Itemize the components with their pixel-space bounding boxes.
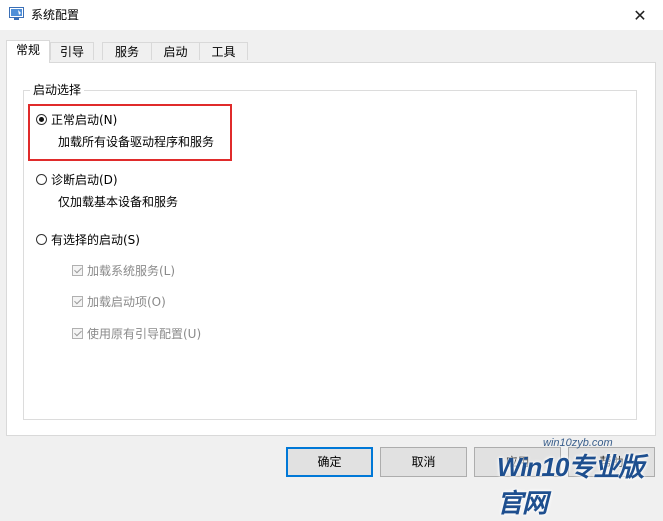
tab-services[interactable]: 服务 bbox=[102, 42, 152, 60]
tab-strip: 常规 引导 服务 启动 工具 bbox=[6, 40, 656, 63]
apply-button[interactable]: 应用 bbox=[474, 447, 561, 477]
diagnostic-startup-radio[interactable] bbox=[36, 174, 47, 185]
close-icon: ✕ bbox=[633, 5, 647, 25]
selective-startup-radio[interactable] bbox=[36, 234, 47, 245]
tab-general[interactable]: 常规 bbox=[6, 40, 50, 63]
selective-startup-option[interactable]: 有选择的启动(S) bbox=[36, 231, 140, 248]
use-original-boot-config-option: 使用原有引导配置(U) bbox=[72, 325, 201, 342]
tab-tools[interactable]: 工具 bbox=[199, 42, 248, 60]
window-title: 系统配置 bbox=[31, 8, 80, 22]
ok-button[interactable]: 确定 bbox=[286, 447, 373, 477]
group-legend: 启动选择 bbox=[30, 82, 85, 98]
title-bar: 系统配置 ✕ bbox=[0, 0, 663, 30]
load-system-services-option: 加载系统服务(L) bbox=[72, 262, 175, 279]
cancel-button[interactable]: 取消 bbox=[380, 447, 467, 477]
load-startup-items-label: 加载启动项(O) bbox=[87, 295, 166, 309]
tab-startup[interactable]: 启动 bbox=[151, 42, 200, 60]
help-button[interactable]: 帮助 bbox=[568, 447, 655, 477]
selective-startup-label: 有选择的启动(S) bbox=[51, 233, 140, 247]
system-config-icon bbox=[9, 7, 24, 20]
use-original-boot-config-checkbox bbox=[72, 328, 83, 339]
use-original-boot-config-label: 使用原有引导配置(U) bbox=[87, 327, 202, 341]
tab-boot[interactable]: 引导 bbox=[50, 42, 94, 60]
normal-startup-label: 正常启动(N) bbox=[51, 113, 118, 127]
normal-startup-radio[interactable] bbox=[36, 114, 47, 125]
load-system-services-checkbox bbox=[72, 265, 83, 276]
diagnostic-startup-description: 仅加载基本设备和服务 bbox=[58, 195, 179, 209]
close-button[interactable]: ✕ bbox=[617, 0, 663, 30]
diagnostic-startup-option[interactable]: 诊断启动(D) bbox=[36, 171, 118, 188]
normal-startup-description: 加载所有设备驱动程序和服务 bbox=[58, 135, 215, 149]
normal-startup-option[interactable]: 正常启动(N) bbox=[36, 111, 117, 128]
diagnostic-startup-label: 诊断启动(D) bbox=[51, 173, 118, 187]
load-startup-items-option: 加载启动项(O) bbox=[72, 293, 166, 310]
load-startup-items-checkbox bbox=[72, 296, 83, 307]
load-system-services-label: 加载系统服务(L) bbox=[87, 264, 176, 278]
